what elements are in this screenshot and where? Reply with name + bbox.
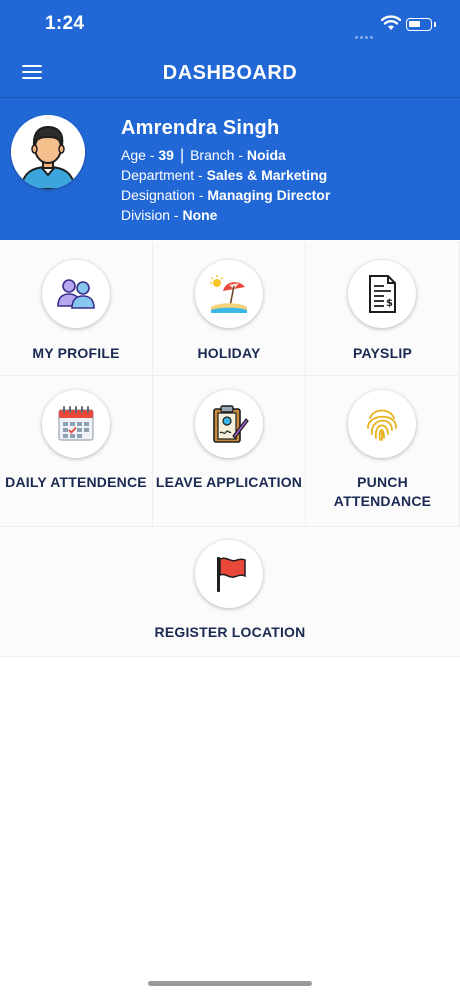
svg-text:$: $	[386, 298, 393, 309]
calendar-icon	[42, 390, 110, 458]
holiday-tile[interactable]: HOLIDAY	[153, 241, 306, 376]
profile-card: Amrendra Singh Age - 39 | Branch - Noida D…	[0, 99, 460, 240]
daily-attendence-label: DAILY ATTENDENCE	[5, 474, 147, 490]
status-time: 1:24	[45, 13, 85, 34]
my-profile-tile[interactable]: MY PROFILE	[0, 241, 153, 376]
punch-attendance-tile[interactable]: PUNCH ATTENDANCE	[306, 376, 460, 527]
age-value: 39	[158, 147, 174, 163]
department-value: Sales & Marketing	[206, 167, 328, 183]
my-profile-label: MY PROFILE	[32, 345, 120, 361]
holiday-label: HOLIDAY	[197, 345, 261, 361]
battery-icon	[406, 18, 436, 31]
punch-attendance-label-line1: PUNCH	[357, 474, 408, 490]
department-line: Department - Sales & Marketing	[121, 167, 327, 183]
navigation-bar: DASHBOARD	[0, 50, 460, 98]
fingerprint-icon	[348, 390, 416, 458]
daily-attendence-tile[interactable]: DAILY ATTENDENCE	[0, 376, 153, 527]
beach-umbrella-icon	[195, 260, 263, 328]
header-background: 1:24 DASHBOARD Amrendra Singh Age - 39 |…	[0, 0, 460, 240]
payslip-document-icon: $	[348, 260, 416, 328]
employee-name: Amrendra Singh	[121, 117, 280, 139]
payslip-label: PAYSLIP	[353, 345, 412, 361]
age-branch-line: Age - 39 | Branch - Noida	[121, 147, 286, 165]
branch-label: Branch -	[190, 147, 247, 163]
wifi-icon	[380, 15, 402, 31]
branch-value: Noida	[246, 147, 286, 163]
page-title: DASHBOARD	[162, 62, 298, 84]
designation-label: Designation -	[121, 187, 208, 203]
users-icon	[42, 260, 110, 328]
register-location-label: REGISTER LOCATION	[154, 624, 306, 640]
age-label: Age -	[121, 147, 159, 163]
designation-value: Managing Director	[207, 187, 331, 203]
punch-attendance-label-line2: ATTENDANCE	[333, 493, 432, 509]
home-indicator[interactable]	[148, 981, 312, 986]
division-line: Division - None	[121, 207, 217, 223]
leave-application-tile[interactable]: LEAVE APPLICATION	[153, 376, 306, 527]
signal-icon	[355, 26, 375, 39]
status-bar: 1:24	[0, 0, 460, 50]
register-location-tile[interactable]: REGISTER LOCATION	[0, 527, 460, 657]
division-label: Division -	[121, 207, 183, 223]
payslip-tile[interactable]: $ PAYSLIP	[306, 241, 460, 376]
department-label: Department -	[121, 167, 207, 183]
red-flag-icon	[195, 540, 263, 608]
clipboard-icon	[195, 390, 263, 458]
avatar[interactable]	[11, 115, 85, 189]
leave-application-label: LEAVE APPLICATION	[155, 474, 303, 490]
division-value: None	[182, 207, 218, 223]
designation-line: Designation - Managing Director	[121, 187, 330, 203]
separator: |	[179, 147, 185, 164]
